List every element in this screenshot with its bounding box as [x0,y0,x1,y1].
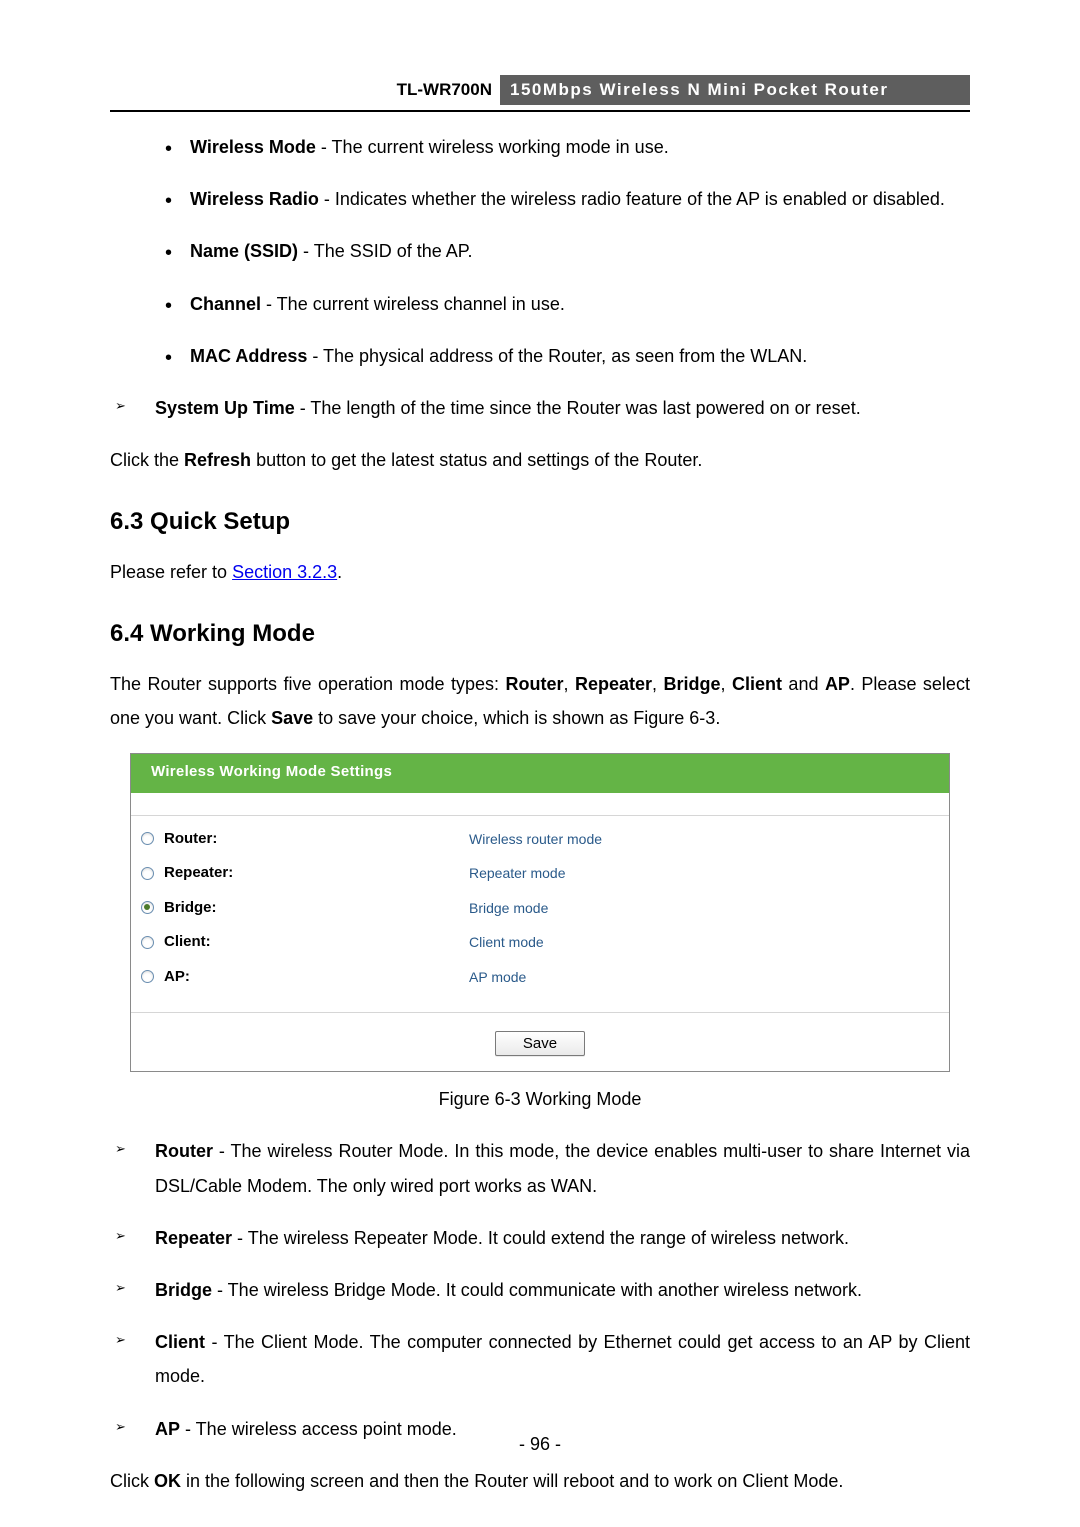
arrow-router: Router - The wireless Router Mode. In th… [110,1134,970,1202]
working-mode-panel: Wireless Working Mode Settings Router: W… [130,753,950,1072]
panel-save-row: Save [131,1013,949,1071]
figure-caption: Figure 6-3 Working Mode [110,1082,970,1116]
text-bold: OK [154,1471,181,1491]
mode-row-router[interactable]: Router: Wireless router mode [141,822,939,857]
row-label: AP: [164,963,469,992]
arrow-text: - The wireless Bridge Mode. It could com… [212,1280,862,1300]
arrow-system-uptime: System Up Time - The length of the time … [110,391,970,425]
bullet-text: - The current wireless channel in use. [261,294,565,314]
text-bold: Refresh [184,450,251,470]
text: Please refer to [110,562,232,582]
arrow-label: Bridge [155,1280,212,1300]
closing-paragraph: Click OK in the following screen and the… [110,1464,970,1498]
header-model: TL-WR700N [110,75,500,105]
row-desc: Wireless router mode [469,826,602,853]
arrow-label: System Up Time [155,398,295,418]
heading-6-4: 6.4 Working Mode [110,611,970,657]
text-bold: Repeater [575,674,652,694]
bullet-label: Wireless Mode [190,137,316,157]
bullet-name-ssid: Name (SSID) - The SSID of the AP. [110,234,970,268]
radio-icon[interactable] [141,936,154,949]
row-label: Bridge: [164,894,469,923]
bullet-wireless-mode: Wireless Mode - The current wireless wor… [110,130,970,164]
quick-setup-paragraph: Please refer to Section 3.2.3. [110,555,970,589]
text-bold: Client [732,674,782,694]
text: , [652,674,663,694]
header-product: 150Mbps Wireless N Mini Pocket Router [500,75,970,105]
bullet-label: Wireless Radio [190,189,319,209]
text: , [720,674,731,694]
mode-row-repeater[interactable]: Repeater: Repeater mode [141,856,939,891]
row-desc: Bridge mode [469,895,548,922]
bullet-wireless-radio: Wireless Radio - Indicates whether the w… [110,182,970,216]
row-label: Repeater: [164,859,469,888]
bullet-label: MAC Address [190,346,307,366]
text: to save your choice, which is shown as F… [313,708,720,728]
bullet-label: Name (SSID) [190,241,298,261]
text-bold: Router [505,674,563,694]
row-label: Client: [164,928,469,957]
panel-spacer [131,793,949,816]
arrow-client: Client - The Client Mode. The computer c… [110,1325,970,1393]
bullet-text: - The physical address of the Router, as… [307,346,807,366]
link-section-3-2-3[interactable]: Section 3.2.3 [232,562,337,582]
doc-header: TL-WR700N 150Mbps Wireless N Mini Pocket… [110,75,970,105]
working-mode-intro: The Router supports five operation mode … [110,667,970,735]
row-desc: Client mode [469,929,544,956]
mode-row-ap[interactable]: AP: AP mode [141,960,939,995]
row-desc: Repeater mode [469,860,566,887]
header-rule [110,110,970,112]
text: and [782,674,825,694]
heading-6-3: 6.3 Quick Setup [110,499,970,545]
text: , [563,674,574,694]
mode-row-bridge[interactable]: Bridge: Bridge mode [141,891,939,926]
text: Click the [110,450,184,470]
arrow-repeater: Repeater - The wireless Repeater Mode. I… [110,1221,970,1255]
text-bold: Bridge [663,674,720,694]
arrow-label: Client [155,1332,205,1352]
text: . [337,562,342,582]
bullet-channel: Channel - The current wireless channel i… [110,287,970,321]
panel-rows: Router: Wireless router mode Repeater: R… [131,816,949,1014]
arrow-text: - The wireless Repeater Mode. It could e… [232,1228,849,1248]
bullet-text: - The current wireless working mode in u… [316,137,669,157]
radio-icon[interactable] [141,970,154,983]
mode-row-client[interactable]: Client: Client mode [141,925,939,960]
arrow-list-bottom: Router - The wireless Router Mode. In th… [110,1134,970,1445]
top-bullet-list: Wireless Mode - The current wireless wor… [110,130,970,373]
arrow-label: Repeater [155,1228,232,1248]
row-desc: AP mode [469,964,526,991]
radio-icon[interactable] [141,832,154,845]
save-button[interactable]: Save [495,1031,585,1056]
refresh-paragraph: Click the Refresh button to get the late… [110,443,970,477]
row-label: Router: [164,825,469,854]
bullet-mac-address: MAC Address - The physical address of th… [110,339,970,373]
text: button to get the latest status and sett… [251,450,702,470]
text-bold: AP [825,674,850,694]
bullet-text: - The SSID of the AP. [298,241,472,261]
bullet-text: - Indicates whether the wireless radio f… [319,189,945,209]
arrow-label: Router [155,1141,213,1161]
text: The Router supports five operation mode … [110,674,505,694]
arrow-bridge: Bridge - The wireless Bridge Mode. It co… [110,1273,970,1307]
arrow-list-top: System Up Time - The length of the time … [110,391,970,425]
arrow-text: - The Client Mode. The computer connecte… [155,1332,970,1386]
arrow-text: - The length of the time since the Route… [295,398,861,418]
text: Click [110,1471,154,1491]
bullet-label: Channel [190,294,261,314]
text-bold: Save [271,708,313,728]
page-number: - 96 - [0,1434,1080,1455]
text: in the following screen and then the Rou… [181,1471,843,1491]
radio-icon[interactable] [141,867,154,880]
panel-title: Wireless Working Mode Settings [131,754,949,793]
arrow-text: - The wireless Router Mode. In this mode… [155,1141,970,1195]
radio-icon[interactable] [141,901,154,914]
